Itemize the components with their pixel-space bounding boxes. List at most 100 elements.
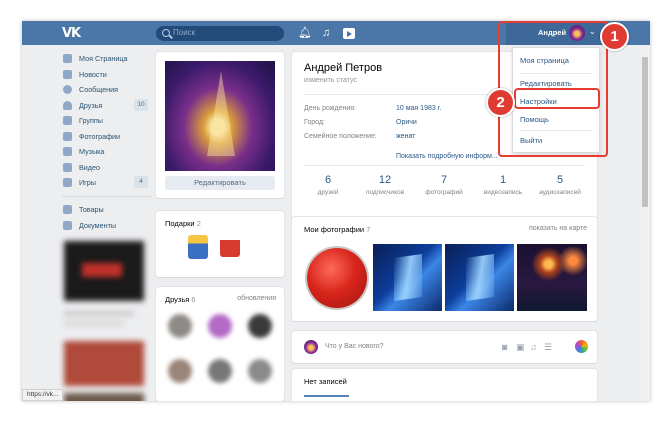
wall-tab-no-posts[interactable]: Нет записей — [304, 377, 347, 386]
stat-label: фотографий — [425, 189, 463, 196]
gifts-title[interactable]: Подарки 2 — [165, 219, 201, 228]
photo-thumbnail-red-ball[interactable] — [302, 244, 370, 311]
mood-icon[interactable] — [575, 340, 588, 353]
sidebar-item-photos[interactable]: Фотографии — [62, 129, 152, 144]
sidebar-item-messages[interactable]: Сообщения — [62, 82, 152, 97]
stat-number: 12 — [378, 174, 392, 186]
new-post-input[interactable]: Что у Вас нового? — [325, 343, 384, 350]
stat-number: 1 — [499, 174, 507, 186]
gift-icon[interactable] — [220, 233, 240, 257]
callout-step-2: 2 — [486, 88, 515, 117]
callout-step-1: 1 — [600, 22, 629, 51]
wall-card: Нет записей — [292, 369, 597, 401]
photo-thumbnail-city[interactable] — [517, 244, 587, 311]
change-status-link[interactable]: изменить статус — [304, 77, 357, 84]
video-icon[interactable]: ▣ — [516, 342, 525, 353]
music-icon[interactable]: ♫ — [530, 342, 537, 352]
divider — [304, 165, 585, 166]
friends-title[interactable]: Друзья 6 — [165, 295, 196, 304]
documents-icon — [63, 220, 72, 230]
photo-thumbnail-windows[interactable] — [373, 244, 442, 311]
city-value[interactable]: Оричи — [396, 119, 417, 126]
stat-label: подписчиков — [365, 189, 405, 196]
friend-avatar[interactable] — [208, 314, 232, 338]
sidebar-item-news[interactable]: Новости — [62, 67, 152, 82]
stat-videos[interactable]: 1 видеозапись — [473, 174, 533, 196]
birthday-label: День рождения: — [304, 105, 356, 112]
camera-icon — [63, 131, 72, 141]
city-label: Город: — [304, 119, 325, 126]
news-icon — [63, 69, 72, 79]
home-icon — [63, 54, 72, 63]
highlight-settings-item — [514, 88, 600, 109]
stat-audio[interactable]: 5 аудиозаписей — [530, 174, 590, 196]
birthday-value[interactable]: 10 мая 1983 г. — [396, 105, 441, 112]
sidebar-item-my-page[interactable]: Моя Страница — [62, 51, 152, 66]
friends-card: Друзья 6 обновления — [156, 287, 284, 401]
sidebar-item-label: Товары — [79, 205, 104, 214]
friends-count-badge: 10 — [134, 98, 148, 111]
photos-count: 7 — [366, 225, 371, 234]
photos-title[interactable]: Мои фотографии 7 — [304, 225, 370, 234]
marital-label: Семейное положение: — [304, 133, 377, 140]
profile-avatar[interactable] — [165, 61, 275, 171]
sidebar-ad-blurred — [60, 241, 150, 401]
edit-profile-button[interactable]: Редактировать — [165, 176, 275, 190]
friend-avatar[interactable] — [168, 314, 192, 338]
music-note-icon[interactable]: ♫ — [322, 27, 330, 39]
active-tab-underline — [304, 395, 349, 397]
music-icon — [63, 147, 72, 156]
friends-updates-link[interactable]: обновления — [237, 295, 276, 302]
show-on-map-link[interactable]: показать на карте — [529, 225, 587, 232]
vk-logo-icon[interactable]: VK — [62, 26, 84, 41]
sidebar-item-friends[interactable]: Друзья 10 — [62, 98, 152, 113]
marital-value[interactable]: женат — [396, 133, 415, 140]
photos-title-text: Мои фотографии — [304, 225, 365, 234]
photo-thumbnail-windows[interactable] — [445, 244, 514, 311]
stat-number: 5 — [556, 174, 564, 186]
goods-icon — [63, 205, 72, 214]
sidebar-item-documents[interactable]: Документы — [62, 218, 152, 233]
sidebar-item-goods[interactable]: Товары — [62, 202, 152, 217]
profile-name: Андрей Петров — [304, 62, 383, 74]
stat-followers[interactable]: 12 подписчиков — [355, 174, 415, 196]
stat-photos[interactable]: 7 фотографий — [414, 174, 474, 196]
sidebar-item-groups[interactable]: Группы — [62, 113, 152, 128]
search-icon — [162, 29, 170, 37]
stat-friends[interactable]: 6 друзей — [298, 174, 358, 196]
sidebar-item-label: Моя Страница — [79, 54, 128, 63]
stat-number: 6 — [324, 174, 332, 186]
poll-icon[interactable]: ☰ — [544, 342, 552, 353]
games-icon — [63, 178, 72, 187]
stat-label: аудиозаписей — [539, 189, 581, 196]
camera-icon[interactable]: ◙ — [502, 342, 507, 352]
search-input[interactable]: Поиск — [156, 26, 284, 41]
gifts-count: 2 — [196, 219, 201, 228]
gifts-title-text: Подарки — [165, 219, 195, 228]
sidebar-item-label: Группы — [79, 116, 103, 125]
friends-count: 6 — [191, 295, 196, 304]
friend-avatar[interactable] — [208, 359, 232, 383]
play-icon[interactable] — [343, 28, 355, 39]
sidebar-item-label: Сообщения — [79, 85, 119, 94]
sidebar-divider — [62, 196, 152, 197]
video-icon — [63, 162, 72, 172]
page-scrollbar[interactable] — [641, 45, 649, 401]
gift-icon[interactable] — [188, 235, 208, 259]
friend-avatar[interactable] — [248, 314, 272, 338]
groups-icon — [63, 116, 72, 125]
sidebar-item-video[interactable]: Видео — [62, 160, 152, 175]
sidebar-item-games[interactable]: Игры 4 — [62, 175, 152, 190]
scrollbar-thumb[interactable] — [642, 57, 648, 207]
sidebar-item-label: Музыка — [79, 147, 105, 156]
sidebar-item-label: Фотографии — [79, 131, 121, 141]
show-details-link[interactable]: Показать подробную информ... — [396, 153, 498, 160]
friend-avatar[interactable] — [248, 359, 272, 383]
search-placeholder: Поиск — [173, 28, 196, 37]
sidebar-item-music[interactable]: Музыка — [62, 144, 152, 159]
friend-avatar[interactable] — [168, 359, 192, 383]
friends-title-text: Друзья — [165, 295, 190, 304]
bell-icon[interactable]: 🔔︎ — [298, 27, 312, 39]
sidebar-item-label: Видео — [79, 162, 100, 172]
stat-label: видеозапись — [483, 189, 523, 196]
